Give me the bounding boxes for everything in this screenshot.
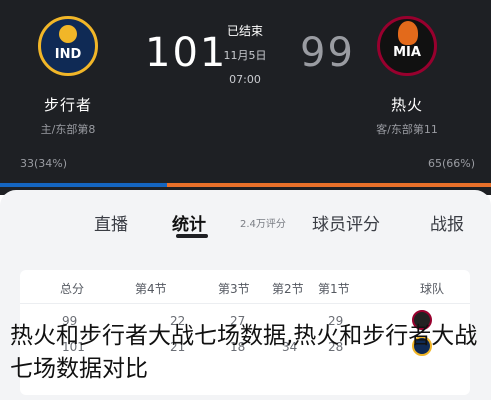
game-time: 07:00 xyxy=(229,73,261,86)
away-vote-pct: 65(66%) xyxy=(428,157,476,170)
away-team-name: 热火 xyxy=(390,96,423,114)
pacers-logo-text: IND xyxy=(54,47,82,62)
vote-bar-away xyxy=(167,183,491,187)
header-q2: 第2节 xyxy=(272,282,304,296)
game-date: 11月5日 xyxy=(223,49,267,62)
tab-report[interactable]: 战报 xyxy=(430,210,464,235)
flame-icon xyxy=(398,21,418,45)
game-status: 已结束 xyxy=(226,24,263,38)
away-team-standing: 客/东部第11 xyxy=(376,123,438,136)
pacers-logo: IND xyxy=(38,16,98,76)
article-caption: 热火和步行者大战七场数据,热火和步行者大战七场数据对比 xyxy=(10,323,478,382)
home-vote-pct: 33(34%) xyxy=(20,157,68,170)
tab-live[interactable]: 直播 xyxy=(94,210,128,235)
game-info: 已结束 11月5日 07:00 xyxy=(205,22,285,86)
header-q4: 第4节 xyxy=(135,282,167,296)
home-team-name: 步行者 xyxy=(43,96,92,114)
heat-logo-text: MIA xyxy=(393,45,421,60)
away-team[interactable]: MIA 热火 客/东部第11 xyxy=(347,16,467,137)
home-team-standing: 主/东部第8 xyxy=(40,123,96,136)
tab-stats[interactable]: 统计 xyxy=(172,210,206,235)
header-q1: 第1节 xyxy=(318,282,350,296)
tab-stats-count: 2.4万评分 xyxy=(240,219,286,230)
basketball-icon xyxy=(59,25,77,43)
active-tab-indicator xyxy=(176,234,208,238)
header-total: 总分 xyxy=(60,282,85,296)
tab-player-ratings[interactable]: 球员评分 xyxy=(312,210,380,235)
header-q3: 第3节 xyxy=(218,282,250,296)
header-team: 球队 xyxy=(420,282,445,296)
scoreboard-header: IND 步行者 主/东部第8 101 已结束 11月5日 07:00 99 MI… xyxy=(0,0,491,195)
home-team[interactable]: IND 步行者 主/东部第8 xyxy=(8,16,128,137)
table-header: 球队 第1节 第2节 第3节 第4节 总分 xyxy=(20,270,470,304)
heat-logo: MIA xyxy=(377,16,437,76)
